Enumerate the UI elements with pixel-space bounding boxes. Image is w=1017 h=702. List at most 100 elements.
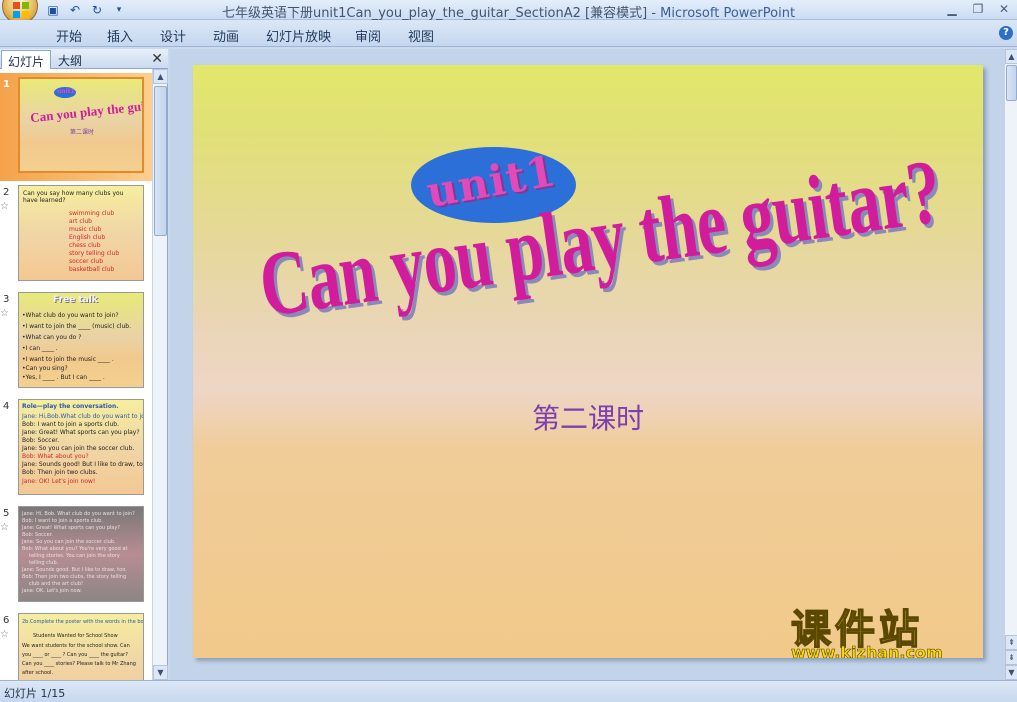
thumb-line: Bob: Then join two clubs. xyxy=(22,469,98,476)
thumbnail-number: 2 xyxy=(3,187,10,198)
thumb-club: music club xyxy=(69,226,102,233)
thumb-club: swimming club xyxy=(69,210,115,217)
window-controls: ▁ ❐ ✕ xyxy=(939,0,1017,18)
thumbnail-row[interactable]: 4 Role—play the conversation. Jane: Hi,B… xyxy=(0,395,152,503)
title-bar: ▣ ↶ ↻ ▾ 七年级英语下册unit1Can_you_play_the_gui… xyxy=(0,0,1017,24)
current-slide[interactable]: unit1 Can you play the guitar? 第二课时 课件站 … xyxy=(193,65,983,658)
restore-icon[interactable]: ❐ xyxy=(965,0,991,18)
thumbnail-row[interactable]: 6 ☆ 2b.Complete the poster with the word… xyxy=(0,609,152,680)
tab-slides[interactable]: 幻灯片 xyxy=(1,50,52,69)
tab-insert[interactable]: 插入 xyxy=(107,26,133,45)
thumb-sub: 第二课时 xyxy=(70,129,95,136)
scroll-up-icon[interactable]: ▲ xyxy=(1005,49,1017,64)
status-bar: 幻灯片 1/15 xyxy=(0,680,1017,702)
thumb-line: have learned? xyxy=(23,197,66,204)
slide-thumbnail[interactable]: Can you say how many clubs you have lear… xyxy=(18,185,144,281)
watermark-url: www.kjzhan.com xyxy=(791,643,943,658)
thumbnail-number: 1 xyxy=(3,79,10,90)
thumb-heading: Role—play the conversation. xyxy=(22,403,119,410)
slide-thumbnail[interactable]: unit1 Can you play the guitar? 第二课时 xyxy=(18,77,144,173)
scroll-thumb[interactable] xyxy=(1006,65,1017,101)
thumb-heading: Free talk xyxy=(53,295,98,305)
ribbon-tabs: 开始 插入 设计 动画 幻灯片放映 审阅 视图 ? xyxy=(0,20,1017,47)
tab-animations[interactable]: 动画 xyxy=(213,26,239,45)
thumb-club: art club xyxy=(69,218,92,225)
thumb-line: Jane: Great! What sports can you play? xyxy=(22,429,140,436)
document-title: 七年级英语下册unit1Can_you_play_the_guitar_Sect… xyxy=(221,6,648,21)
panel-close-icon[interactable]: ✕ xyxy=(151,51,163,67)
thumb-club: chess club xyxy=(69,242,101,249)
scroll-down-icon[interactable]: ▼ xyxy=(153,665,168,680)
thumb-line: you ____ or ____ ? Can you ____ the guit… xyxy=(22,652,128,658)
watermark: 课件站 www.kjzhan.com xyxy=(790,605,981,658)
thumb-line: •I can ____ . xyxy=(22,345,58,352)
thumbnail-scrollbar[interactable]: ▲ ▼ xyxy=(152,69,168,680)
tab-home[interactable]: 开始 xyxy=(56,26,82,45)
slide-thumbnail[interactable]: 2b.Complete the poster with the words in… xyxy=(18,613,144,680)
tab-review[interactable]: 审阅 xyxy=(355,26,381,45)
thumb-line: Jane: Sounds good! But I like to draw, t… xyxy=(22,461,144,468)
thumb-line: •I want to join the music ____ . xyxy=(22,356,114,363)
close-icon[interactable]: ✕ xyxy=(991,0,1017,18)
tab-design[interactable]: 设计 xyxy=(160,26,186,45)
title-separator: - xyxy=(647,6,661,21)
slide-thumbnail[interactable]: Free talk •What club do you want to join… xyxy=(18,292,144,388)
slide-counter: 幻灯片 1/15 xyxy=(4,687,66,700)
thumb-line: •What can you do ? xyxy=(22,334,82,341)
scroll-down-icon[interactable]: ▼ xyxy=(1005,665,1017,680)
thumb-line: Jane: So you can join the soccer club. xyxy=(22,445,135,452)
slide-thumbnail[interactable]: Role—play the conversation. Jane: Hi,Bob… xyxy=(18,399,144,495)
thumbnail-row[interactable]: 2 ☆ Can you say how many clubs you have … xyxy=(0,181,152,289)
thumb-line: Students Wanted for School Show xyxy=(33,633,118,639)
thumb-line: Jane: Hi,Bob.What club do you want to jo… xyxy=(22,413,144,420)
thumb-club: English club xyxy=(69,234,106,241)
previous-slide-icon[interactable]: ⇞ xyxy=(1005,635,1017,650)
scroll-up-icon[interactable]: ▲ xyxy=(153,69,168,84)
animation-star-icon: ☆ xyxy=(0,201,9,212)
thumbnail-row[interactable]: 5 ☆ Jane: Hi, Bob. What club do you want… xyxy=(0,502,152,610)
thumb-title: Can you play the guitar? xyxy=(29,95,144,126)
tab-view[interactable]: 视图 xyxy=(408,26,434,45)
next-slide-icon[interactable]: ⇟ xyxy=(1005,650,1017,665)
thumb-line: Bob: Soccer. xyxy=(22,437,60,444)
slide-subtitle: 第二课时 xyxy=(531,402,644,435)
slide-title: Can you play the guitar? xyxy=(253,139,947,336)
thumb-line: We want students for the school show. Ca… xyxy=(22,643,130,649)
thumb-unit: unit1 xyxy=(57,88,75,95)
tab-outline[interactable]: 大纲 xyxy=(52,50,88,69)
animation-star-icon: ☆ xyxy=(0,308,9,319)
thumb-line: •Can you sing? xyxy=(22,365,68,372)
scroll-thumb[interactable] xyxy=(154,86,167,236)
thumb-line: Can you ____ stories? Please talk to Mr … xyxy=(22,661,136,667)
thumb-club: story telling club xyxy=(69,250,120,257)
window-title: 七年级英语下册unit1Can_you_play_the_guitar_Sect… xyxy=(0,2,1017,21)
app-name: Microsoft PowerPoint xyxy=(660,6,796,21)
thumbnail-list: 1 unit1 Can you play the guitar? 第二课时 2 … xyxy=(0,69,152,680)
thumbnail-row[interactable]: 1 unit1 Can you play the guitar? 第二课时 xyxy=(0,73,152,181)
slide-editor: unit1 Can you play the guitar? 第二课时 课件站 … xyxy=(170,49,1004,680)
thumbnail-number: 4 xyxy=(3,401,10,412)
thumb-line: 2b.Complete the poster with the words in… xyxy=(22,619,144,625)
thumb-line: Jane: OK. Let's join now. xyxy=(22,588,82,594)
thumb-line: •Yes, I ____ . But I can ____ . xyxy=(22,374,105,381)
thumb-line: after school. xyxy=(22,670,54,676)
thumbnail-row[interactable]: 3 ☆ Free talk •What club do you want to … xyxy=(0,288,152,396)
tab-slideshow[interactable]: 幻灯片放映 xyxy=(266,26,331,45)
slide-scrollbar[interactable]: ▲ ⇞ ⇟ ▼ xyxy=(1004,49,1017,680)
thumb-line: Bob: I want to join a sports club. xyxy=(22,421,120,428)
thumb-line: Bob: What about you? xyxy=(22,453,89,460)
thumbnail-number: 3 xyxy=(3,294,10,305)
thumb-line: •I want to join the ____ (music) club. xyxy=(22,323,131,330)
thumbnail-number: 5 xyxy=(3,508,10,519)
thumb-club: basketball club xyxy=(69,266,115,273)
slide-thumbnail[interactable]: Jane: Hi, Bob. What club do you want to … xyxy=(18,506,144,602)
help-icon[interactable]: ? xyxy=(999,26,1013,40)
slides-panel: 幻灯片 大纲 ✕ 1 unit1 Can you play the guitar… xyxy=(0,49,168,680)
thumb-line: •What club do you want to join? xyxy=(22,312,119,319)
thumb-line: Jane: OK! Let's join now! xyxy=(22,478,96,485)
thumb-club: soccer club xyxy=(69,258,104,265)
panel-tabs: 幻灯片 大纲 ✕ xyxy=(0,49,168,69)
animation-star-icon: ☆ xyxy=(0,522,9,533)
minimize-icon[interactable]: ▁ xyxy=(939,0,965,18)
animation-star-icon: ☆ xyxy=(0,629,9,640)
